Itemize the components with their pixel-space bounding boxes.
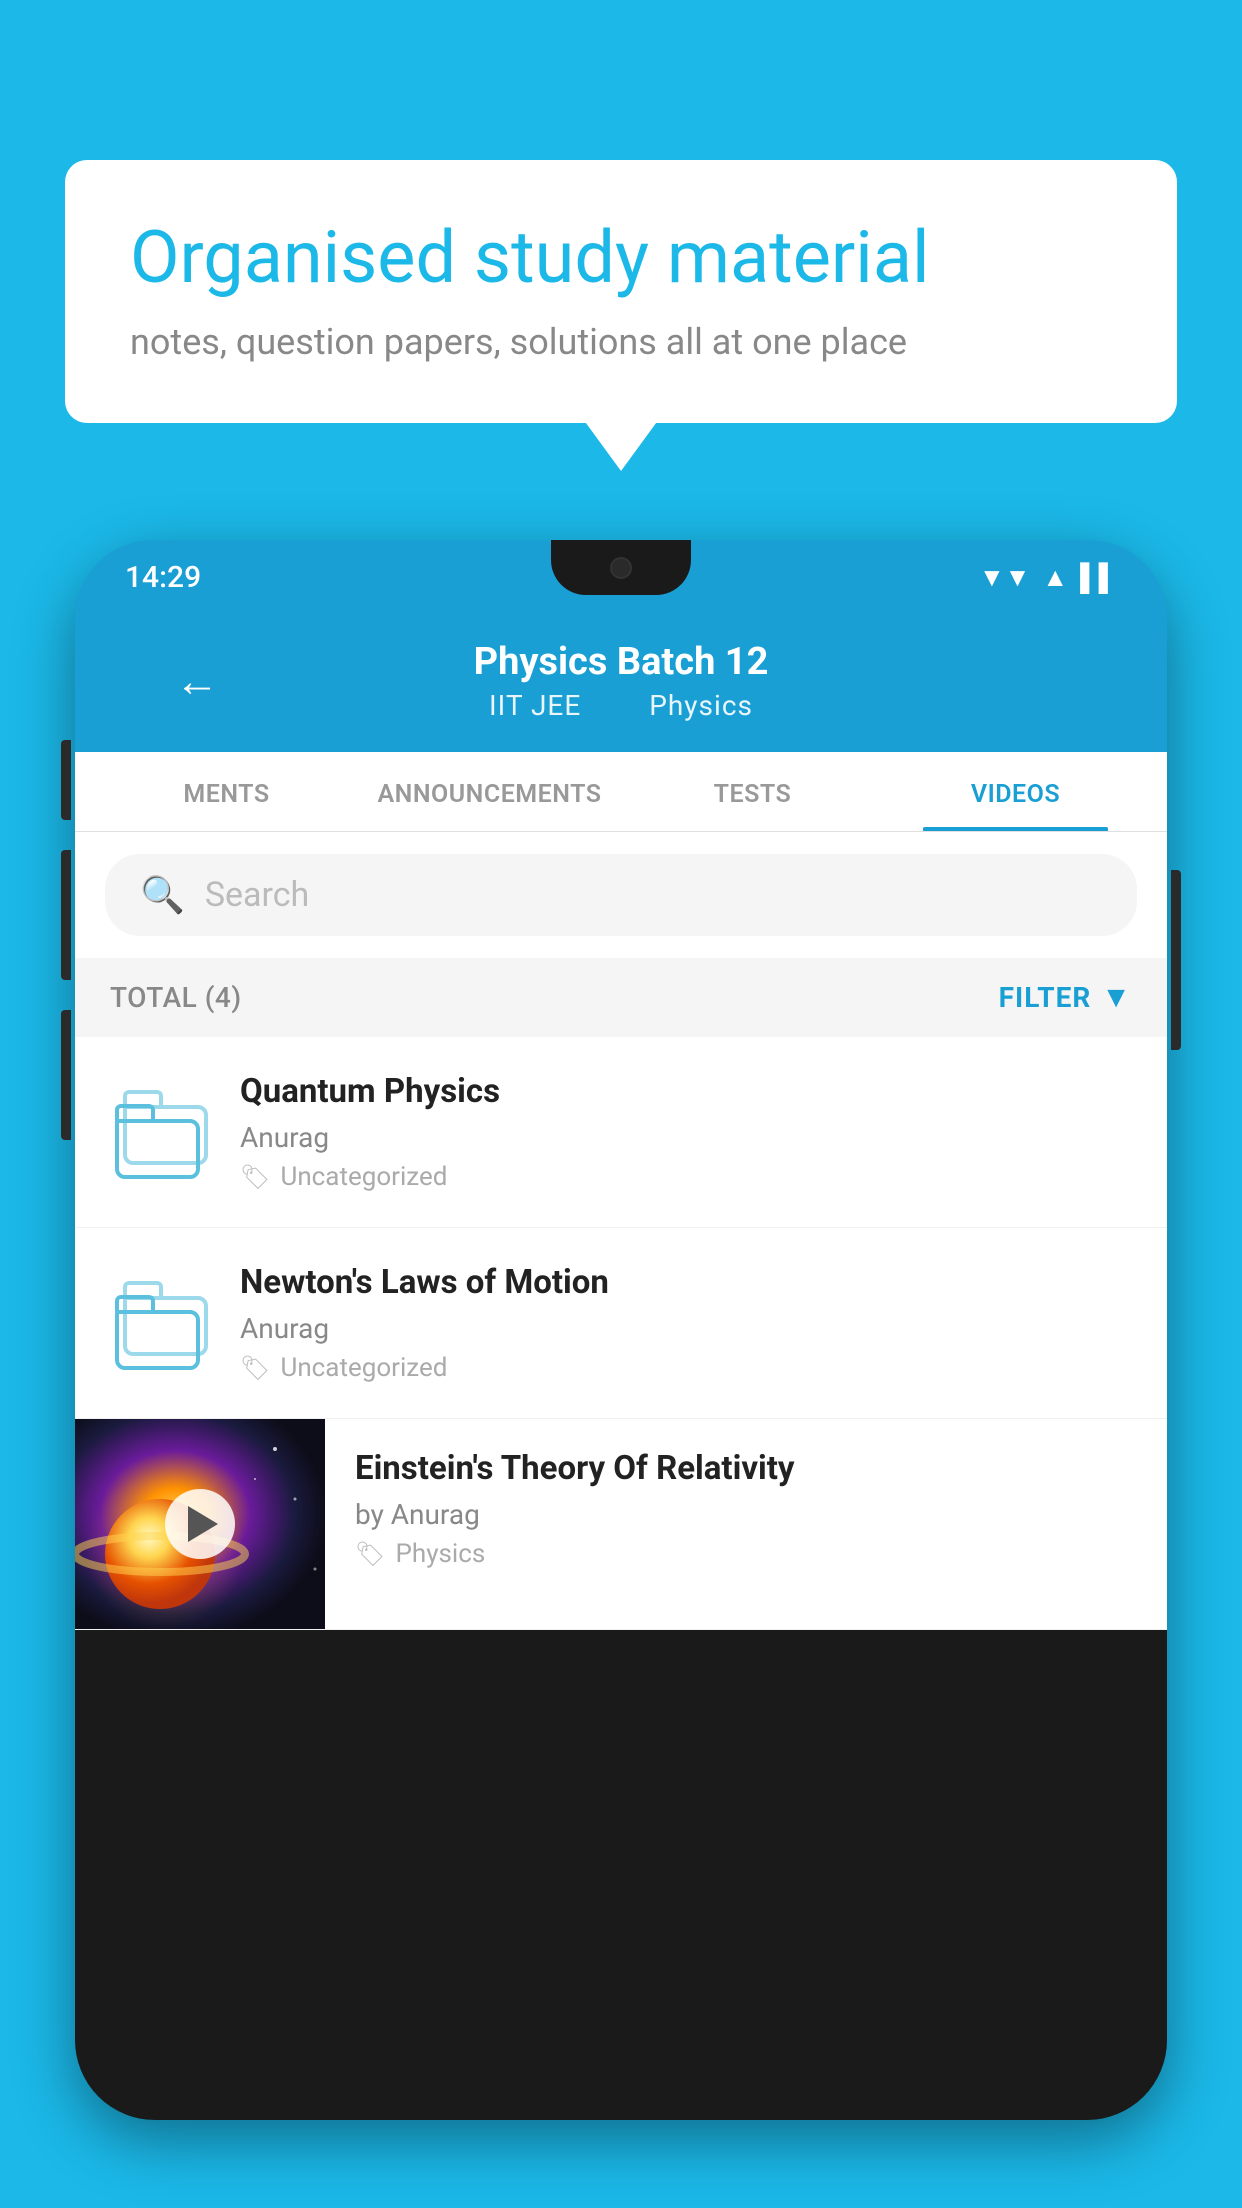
volume-down-button: [61, 850, 71, 980]
header-subtitle: IIT JEE Physics: [474, 689, 769, 722]
header-title: Physics Batch 12: [474, 640, 769, 684]
subtitle-iitjee: IIT JEE: [489, 689, 581, 722]
thumb-tag: 🏷 Physics: [355, 1539, 1137, 1569]
video-info: Quantum Physics Anurag 🏷 Uncategorized: [240, 1072, 1132, 1192]
wifi-icon: ▼▼: [979, 562, 1030, 593]
camera-dot: [610, 557, 632, 579]
play-triangle-icon: [188, 1506, 218, 1542]
tag-label-3: Physics: [395, 1539, 485, 1569]
search-placeholder: Search: [205, 875, 309, 915]
folder-body-4: [115, 1310, 200, 1370]
tag-label-2: Uncategorized: [280, 1353, 447, 1383]
phone-wrapper: 14:29 ▼▼ ▲ ▌▌ ← Physics Batch 12: [75, 540, 1167, 2208]
filter-row: TOTAL (4) FILTER ▼: [75, 958, 1167, 1037]
folder-stack-icon: [115, 1090, 205, 1175]
status-time: 14:29: [125, 560, 201, 595]
filter-label: FILTER: [999, 981, 1092, 1014]
video-thumbnail: [75, 1419, 325, 1629]
tabs-bar: MENTS ANNOUNCEMENTS TESTS VIDEOS: [75, 752, 1167, 832]
content-list: Quantum Physics Anurag 🏷 Uncategorized: [75, 1037, 1167, 1630]
battery-icon: ▌▌: [1080, 562, 1117, 593]
volume-up-button: [61, 740, 71, 820]
thumb-author: by Anurag: [355, 1498, 1137, 1531]
video-title-2: Newton's Laws of Motion: [240, 1263, 1132, 1302]
tag-icon: 🏷: [240, 1163, 270, 1191]
bubble-title: Organised study material: [130, 215, 1112, 301]
video-author-2: Anurag: [240, 1312, 1132, 1345]
folder-front-icon: [115, 1104, 200, 1179]
tag-icon-3: 🏷: [355, 1540, 385, 1568]
search-icon: 🔍: [140, 874, 185, 916]
tab-announcements[interactable]: ANNOUNCEMENTS: [358, 752, 621, 831]
list-item[interactable]: Newton's Laws of Motion Anurag 🏷 Uncateg…: [75, 1228, 1167, 1419]
header-text: Physics Batch 12 IIT JEE Physics: [474, 640, 769, 722]
play-button[interactable]: [165, 1489, 235, 1559]
folder-body-2: [115, 1119, 200, 1179]
total-count: TOTAL (4): [110, 981, 242, 1014]
video-tag: 🏷 Uncategorized: [240, 1162, 1132, 1192]
phone-screen: 14:29 ▼▼ ▲ ▌▌ ← Physics Batch 12: [75, 540, 1167, 2120]
subtitle-physics: Physics: [649, 689, 753, 722]
power-button: [1171, 870, 1181, 1050]
search-bar[interactable]: 🔍 Search: [105, 854, 1137, 936]
tag-icon-2: 🏷: [240, 1354, 270, 1382]
phone-outer: 14:29 ▼▼ ▲ ▌▌ ← Physics Batch 12: [75, 540, 1167, 2120]
status-icons: ▼▼ ▲ ▌▌: [979, 562, 1117, 593]
thumb-info: Einstein's Theory Of Relativity by Anura…: [325, 1419, 1167, 1599]
app-header: ← Physics Batch 12 IIT JEE Physics: [75, 615, 1167, 752]
status-bar: 14:29 ▼▼ ▲ ▌▌: [75, 540, 1167, 615]
header-container: ← Physics Batch 12 IIT JEE Physics: [125, 640, 1117, 722]
search-container: 🔍 Search: [75, 832, 1167, 958]
folder-stack-icon-2: [115, 1281, 205, 1366]
video-folder-icon-wrapper: [110, 1077, 210, 1187]
speech-bubble: Organised study material notes, question…: [65, 160, 1177, 423]
tab-videos[interactable]: VIDEOS: [884, 752, 1147, 831]
list-item-thumb[interactable]: Einstein's Theory Of Relativity by Anura…: [75, 1419, 1167, 1630]
list-item[interactable]: Quantum Physics Anurag 🏷 Uncategorized: [75, 1037, 1167, 1228]
speech-bubble-container: Organised study material notes, question…: [65, 160, 1177, 423]
video-tag-2: 🏷 Uncategorized: [240, 1353, 1132, 1383]
video-author: Anurag: [240, 1121, 1132, 1154]
folder-front-icon-2: [115, 1295, 200, 1370]
back-button[interactable]: ←: [175, 655, 219, 707]
bubble-subtitle: notes, question papers, solutions all at…: [130, 321, 1112, 363]
thumb-title: Einstein's Theory Of Relativity: [355, 1449, 1137, 1488]
tab-ments[interactable]: MENTS: [95, 752, 358, 831]
tag-label: Uncategorized: [280, 1162, 447, 1192]
video-folder-icon-wrapper-2: [110, 1268, 210, 1378]
notch: [551, 540, 691, 595]
video-title: Quantum Physics: [240, 1072, 1132, 1111]
side-button-3: [61, 1010, 71, 1140]
filter-icon: ▼: [1101, 980, 1132, 1015]
tab-tests[interactable]: TESTS: [621, 752, 884, 831]
video-info-2: Newton's Laws of Motion Anurag 🏷 Uncateg…: [240, 1263, 1132, 1383]
filter-button[interactable]: FILTER ▼: [999, 980, 1132, 1015]
signal-icon: ▲: [1042, 562, 1068, 593]
